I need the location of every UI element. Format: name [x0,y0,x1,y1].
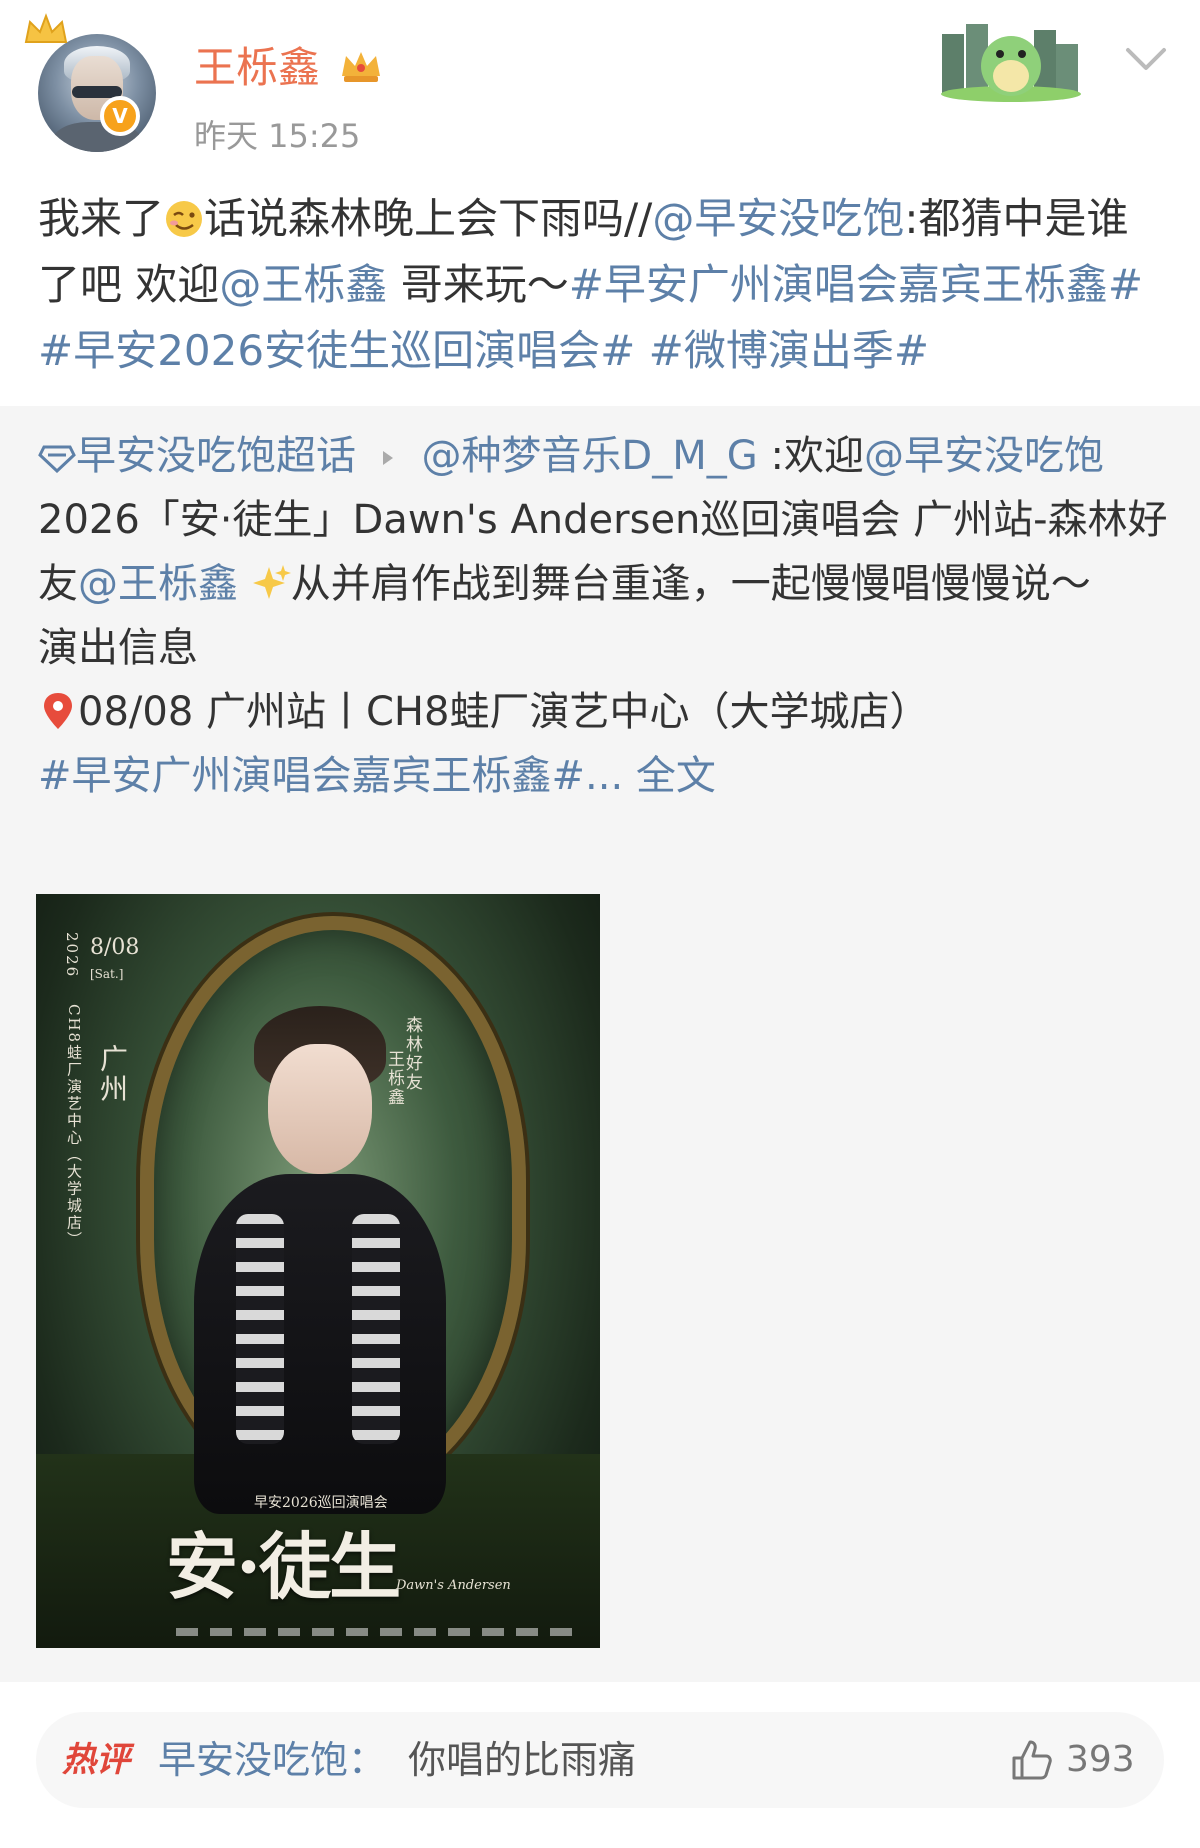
post-text-span: 我来了 [38,194,165,243]
supertopic-link[interactable]: 早安没吃饱超话 [38,433,356,479]
vip-crown-icon [342,52,380,82]
author-link[interactable]: @种梦音乐D_M_G [421,433,757,479]
poster-date-text: 8/08 [90,935,140,960]
hot-comment-badge: 热评 [62,1740,130,1780]
info-line: 08/08 广州站丨CH8蛙厂演艺中心（大学城店） [78,689,930,735]
diamond-icon [38,445,76,474]
sparkles-icon [252,565,291,599]
repost-text: 早安没吃饱超话 @种梦音乐D_M_G :欢迎@早安没吃饱 2026「安·徒生」D… [38,424,1178,808]
dinosaur-sticker-icon [941,24,1081,102]
username[interactable]: 王栎鑫 [194,40,320,96]
mention-link[interactable]: @王栎鑫 [219,260,387,309]
jacket-decoration [352,1214,400,1444]
poster-venue: CH8蛙厂演艺中心（大学城店） [65,1004,83,1249]
mention-link[interactable]: @早安没吃饱 [652,194,904,243]
location-pin-icon [44,693,72,729]
portrait-jacket [194,1174,446,1514]
poster-year: 2026 [63,932,81,979]
jacket-decoration [236,1214,284,1444]
full-text-link[interactable]: 全文 [636,753,716,799]
chevron-down-icon[interactable] [1122,42,1170,76]
hashtag-link[interactable]: #微博演出季# [649,326,929,375]
repost-span: :欢迎 [757,433,864,479]
comment-text: 你唱的比雨痛 [408,1738,637,1782]
concert-poster-image[interactable]: 2026 8/08 [Sat.] CH8蛙厂演艺中心（大学城店） 广州 森林好友 … [36,894,600,1648]
supertopic-label: 早安没吃饱超话 [76,433,356,479]
verified-badge: V [100,96,140,136]
sponsor-logos [176,1628,576,1636]
mention-link[interactable]: @王栎鑫 [78,561,238,607]
comment-author[interactable]: 早安没吃饱： [158,1732,386,1788]
info-title: 演出信息 [38,625,198,671]
poster-city: 广州 [96,1044,129,1104]
repost-span: 从并肩作战到舞台重逢，一起慢慢唱慢慢说～ [290,561,1091,607]
thumbs-up-icon[interactable] [1008,1736,1056,1784]
post-text-span: 哥来玩～ [387,260,569,309]
post-text-span [635,326,648,375]
play-arrow-icon [382,451,393,465]
post-time: 昨天 15:25 [194,117,361,155]
poster-day: [Sat.] [90,967,124,981]
poster-date: 8/08 [Sat.] [90,936,139,986]
poster-guest-name: 王栎鑫 [384,1050,404,1107]
portrait-head [268,1044,372,1174]
hashtag-link[interactable]: #早安广州演唱会嘉宾王栎鑫# [569,260,1143,309]
poster-title: 安·徒生 [166,1524,401,1609]
poster-title-en: Dawn's Andersen [396,1578,511,1593]
post-text-span: 话说森林晚上会下雨吗// [204,194,653,243]
hashtag-link[interactable]: #早安2026安徒生巡回演唱会# [38,326,635,375]
hashtag-link[interactable]: #早安广州演唱会嘉宾王栎鑫# [38,753,585,799]
like-count: 393 [1066,1739,1135,1780]
mention-link[interactable]: @早安没吃饱 [864,433,1104,479]
post-text: 我来了 话说森林晚上会下雨吗//@早安没吃饱:都猜中是谁了吧 欢迎@王栎鑫 哥来玩… [38,186,1168,384]
crown-icon [24,13,68,43]
ellipsis: ... [585,753,636,799]
wink-emoji-icon [166,201,203,237]
